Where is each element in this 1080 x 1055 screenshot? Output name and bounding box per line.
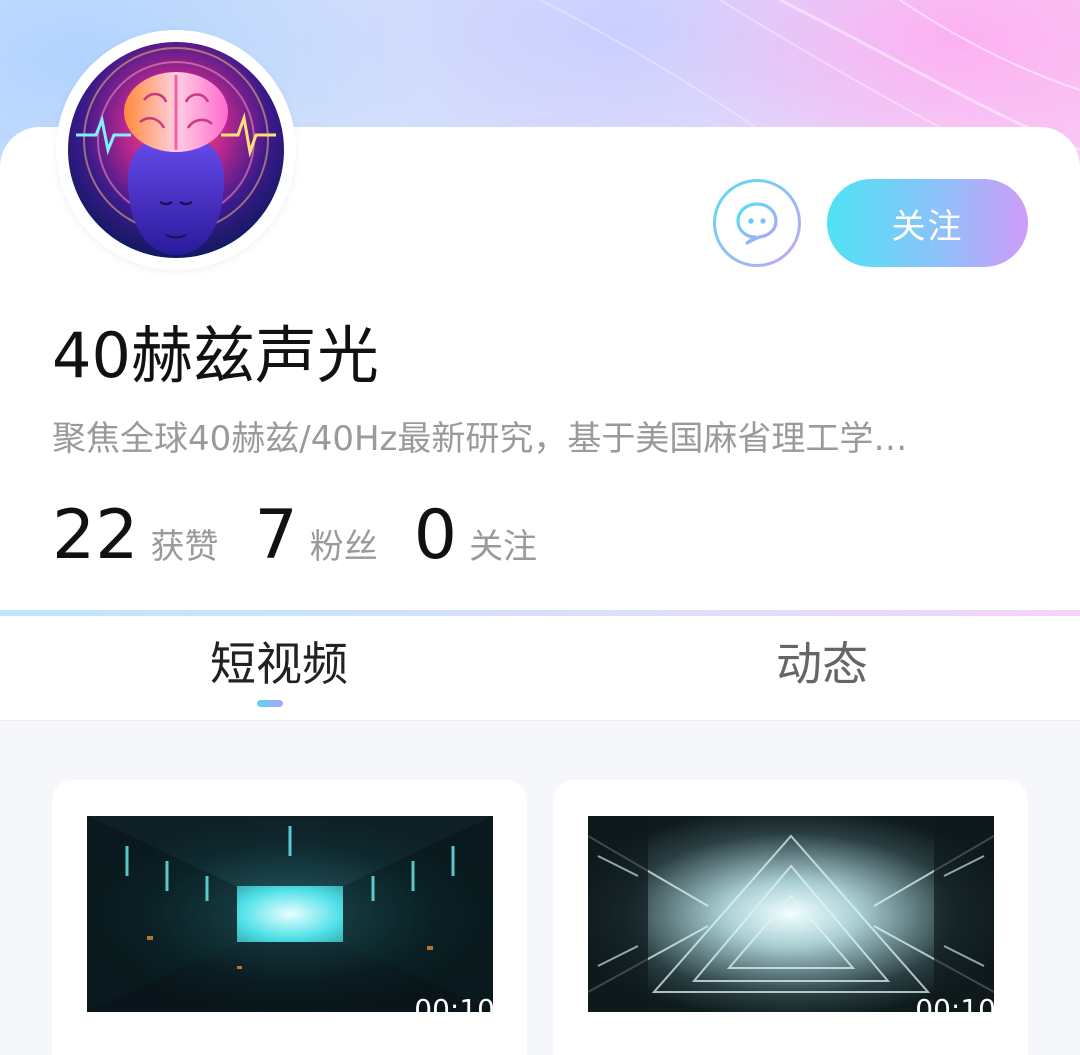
video-thumbnail: 00:10 (87, 816, 493, 1012)
tab-short-video[interactable]: 短视频 (210, 634, 348, 694)
stat-followers[interactable]: 7 粉丝 (255, 496, 378, 576)
content-tabs: 短视频 动态 (0, 616, 1080, 721)
tab-feed[interactable]: 动态 (776, 634, 868, 694)
profile-stats: 22 获赞 7 粉丝 0 关注 (52, 496, 573, 576)
stat-likes[interactable]: 22 获赞 (52, 496, 219, 576)
profile-bio[interactable]: 聚焦全球40赫兹/40Hz最新研究，基于美国麻省理工学… (52, 414, 1022, 464)
video-duration: 00:10 (414, 993, 493, 1013)
profile-page: 关注 40赫兹声光 聚焦全球40赫兹/40Hz最新研究，基于美国麻省理工学… 2… (0, 0, 1080, 1055)
follow-button[interactable]: 关注 (827, 179, 1028, 267)
stat-following[interactable]: 0 关注 (414, 496, 537, 576)
video-card[interactable]: 00:10 (553, 780, 1028, 1055)
video-thumbnail: 00:10 (588, 816, 994, 1012)
chat-bubble-icon (736, 202, 778, 245)
stat-label: 关注 (469, 527, 538, 567)
profile-avatar[interactable] (56, 30, 296, 270)
active-tab-indicator (257, 700, 283, 707)
brain-head-icon (60, 34, 292, 266)
stat-value: 7 (254, 496, 298, 575)
stat-value: 22 (52, 496, 139, 575)
video-duration: 00:10 (915, 993, 994, 1013)
profile-name: 40赫兹声光 (52, 319, 379, 392)
video-card[interactable]: 00:10 (52, 780, 527, 1055)
stat-label: 粉丝 (309, 527, 378, 567)
stat-value: 0 (413, 496, 458, 575)
stat-label: 获赞 (150, 527, 219, 567)
message-button[interactable] (713, 179, 801, 267)
